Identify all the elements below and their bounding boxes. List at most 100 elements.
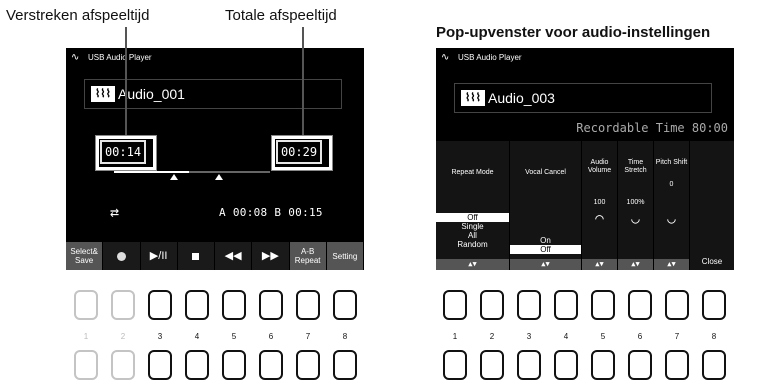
record-icon [116,251,126,261]
pitch-shift-knob-icon: ◡ [667,211,676,227]
upper-button-6[interactable] [628,290,652,320]
upper-button-4[interactable] [185,290,209,320]
upper-button-7[interactable] [296,290,320,320]
fast-forward-button[interactable]: ▶▶ [252,242,290,270]
repeat-option-single[interactable]: Single [436,222,509,231]
lower-button-8[interactable] [333,350,357,380]
button-number: 3 [157,332,163,341]
vocal-cancel-options: On Off [510,236,581,254]
repeat-mode-arrows[interactable]: ▲▼ [436,259,509,270]
elapsed-time-highlight [96,136,156,170]
upper-button-7[interactable] [665,290,689,320]
upper-button-3[interactable] [148,290,172,320]
total-time-highlight [272,136,332,170]
vocal-cancel-arrows[interactable]: ▲▼ [510,259,581,270]
song-name: Audio_003 [488,90,555,106]
lower-button-1[interactable] [74,350,98,380]
lower-button-6[interactable] [628,350,652,380]
window-title: USB Audio Player [458,53,522,62]
lower-button-2[interactable] [480,350,504,380]
upper-button-5[interactable] [591,290,615,320]
vocal-cancel-label: Vocal Cancel [525,169,566,176]
upper-button-1[interactable] [74,290,98,320]
b-point-marker [215,174,223,180]
lower-button-4[interactable] [554,350,578,380]
total-time-callout: Totale afspeeltijd [225,7,337,24]
time-stretch-arrows[interactable]: ▲▼ [618,259,653,270]
elapsed-time-callout: Verstreken afspeeltijd [6,7,150,24]
lower-button-3[interactable] [148,350,172,380]
rewind-icon: ◀◀ [224,249,242,262]
upper-button-3[interactable] [517,290,541,320]
stop-button[interactable] [177,242,215,270]
title-bar: ∿ USB Audio Player [436,48,734,68]
lower-button-row-right [443,350,739,380]
button-number: 2 [120,332,126,341]
pitch-shift-label: Pitch Shift [655,159,688,166]
repeat-mode-column[interactable]: Repeat Mode Off Single All Random ▲▼ [436,141,510,270]
stop-icon [192,252,200,260]
select-save-button[interactable]: Select& Save [66,242,104,270]
window-title: USB Audio Player [88,53,152,62]
lower-button-5[interactable] [591,350,615,380]
upper-button-8[interactable] [333,290,357,320]
upper-button-row-right [443,290,739,320]
rewind-button[interactable]: ◀◀ [215,242,253,270]
button-number: 8 [711,332,717,341]
button-number: 8 [342,332,348,341]
lower-button-4[interactable] [185,350,209,380]
time-stretch-value: 100% [626,199,645,206]
pitch-shift-column[interactable]: Pitch Shift 0 ◡ ▲▼ [654,141,690,270]
upper-button-2[interactable] [111,290,135,320]
audio-settings-popup: Repeat Mode Off Single All Random ▲▼ Voc… [436,141,734,270]
lower-button-1[interactable] [443,350,467,380]
lower-button-7[interactable] [296,350,320,380]
upper-button-8[interactable] [702,290,726,320]
wave-logo-icon: ∿ [441,52,450,63]
audio-volume-value: 100 [593,199,606,206]
ab-repeat-button[interactable]: A-B Repeat [289,242,327,270]
pitch-shift-arrows[interactable]: ▲▼ [654,259,689,270]
time-stretch-label: Time Stretch [624,159,647,174]
setting-button[interactable]: Setting [326,242,364,270]
vocal-option-off[interactable]: Off [510,245,581,254]
audio-volume-label: Audio Volume [587,159,612,174]
repeat-option-random[interactable]: Random [436,240,509,249]
button-number: 1 [452,332,458,341]
vocal-cancel-column[interactable]: Vocal Cancel On Off ▲▼ [510,141,582,270]
lower-button-7[interactable] [665,350,689,380]
audio-volume-knob-icon: ◠ [595,211,604,227]
close-button[interactable]: Close [690,257,734,266]
recordable-time: Recordable Time 80:00 [576,121,728,135]
lower-button-2[interactable] [111,350,135,380]
repeat-option-all[interactable]: All [436,231,509,240]
audio-file-icon: ⌇⌇⌇ [461,90,485,106]
a-point-marker [170,174,178,180]
popup-heading: Pop-upvenster voor audio-instellingen [436,24,711,41]
button-number: 7 [305,332,311,341]
lower-button-5[interactable] [222,350,246,380]
record-button[interactable] [103,242,141,270]
audio-settings-screen: ∿ USB Audio Player ⌇⌇⌇ Audio_003 Recorda… [436,48,734,270]
total-leader-line [302,27,304,138]
audio-volume-column[interactable]: Audio Volume 100 ◠ ▲▼ [582,141,618,270]
time-stretch-column[interactable]: Time Stretch 100% ◡ ▲▼ [618,141,654,270]
audio-volume-arrows[interactable]: ▲▼ [582,259,617,270]
vocal-option-on[interactable]: On [510,236,581,245]
wave-logo-icon: ∿ [71,52,80,63]
lower-button-6[interactable] [259,350,283,380]
upper-button-4[interactable] [554,290,578,320]
lower-button-3[interactable] [517,350,541,380]
progress-fill [114,171,189,173]
repeat-option-off[interactable]: Off [436,213,509,222]
play-pause-icon: ▶/II [149,249,168,262]
lower-button-8[interactable] [702,350,726,380]
upper-button-6[interactable] [259,290,283,320]
song-name-box[interactable]: ⌇⌇⌇ Audio_003 [454,83,712,113]
close-column: Close [690,141,734,270]
upper-button-2[interactable] [480,290,504,320]
fast-forward-icon: ▶▶ [261,249,279,262]
upper-button-1[interactable] [443,290,467,320]
play-pause-button[interactable]: ▶/II [140,242,178,270]
upper-button-5[interactable] [222,290,246,320]
